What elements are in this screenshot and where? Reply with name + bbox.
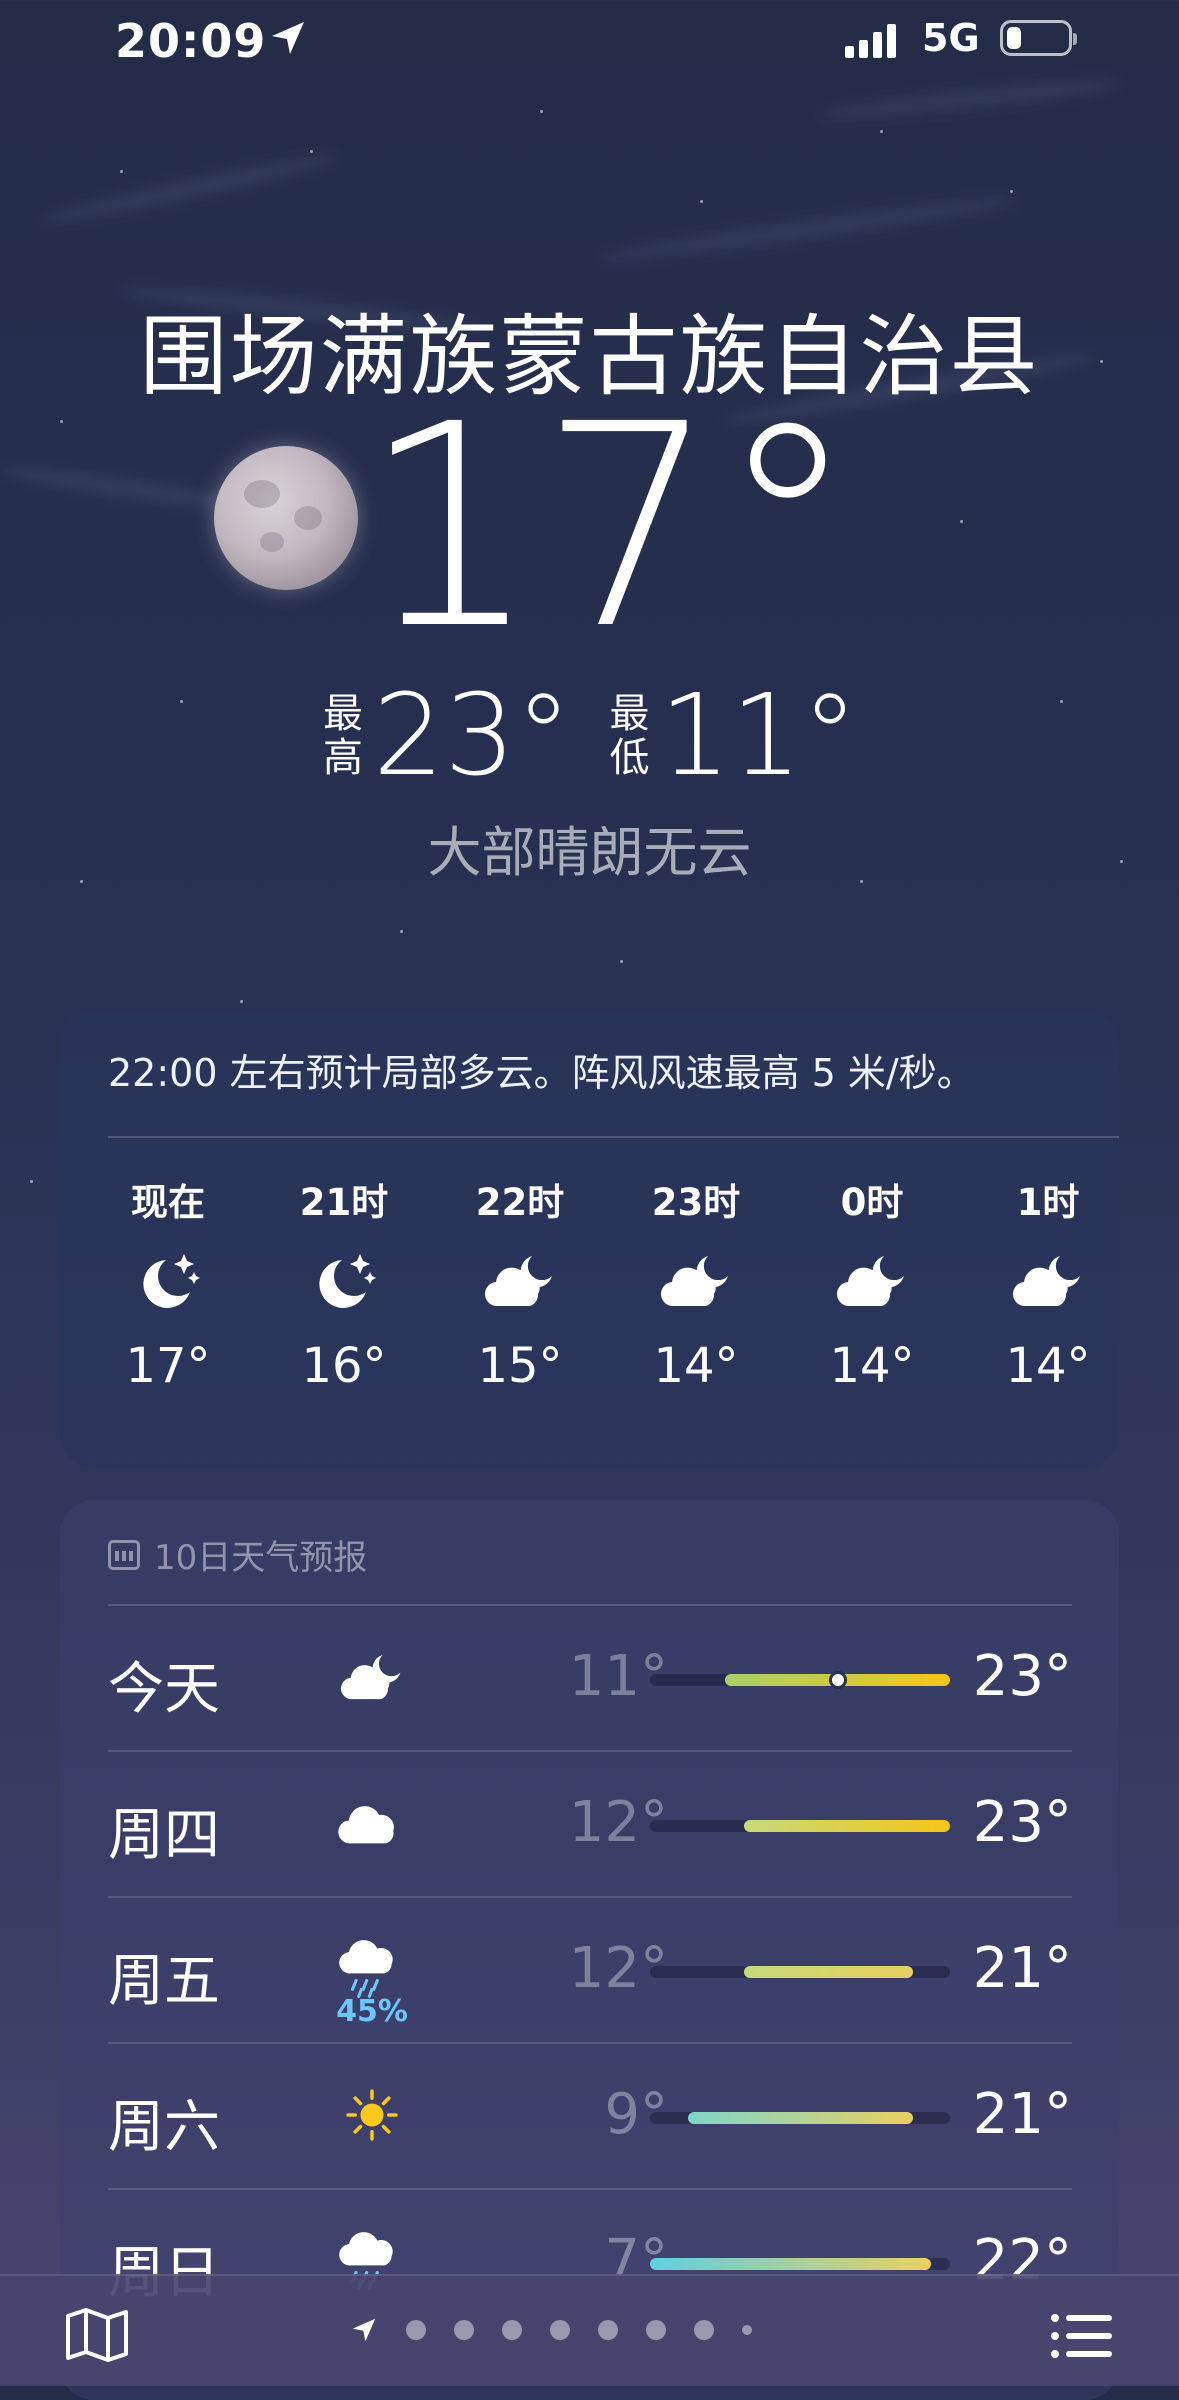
network-type: 5G — [922, 16, 980, 60]
daily-row[interactable]: 周四 12° 23° — [108, 1750, 1072, 1896]
daily-row[interactable]: 周五 45% 12° 21° — [108, 1896, 1072, 2042]
hour-temp: 16° — [301, 1338, 387, 1394]
temp-range-bar — [650, 1671, 950, 1689]
ten-day-header: 10日天气预报 — [108, 1530, 367, 1579]
daily-row[interactable]: 今天 11° 23° — [108, 1604, 1072, 1750]
hour-temp: 14° — [1005, 1338, 1091, 1394]
divider — [108, 1136, 1119, 1138]
low-temp-group: 最低 11° — [608, 676, 859, 796]
moon-stars-icon — [304, 1246, 384, 1316]
cloud-moon-icon — [480, 1246, 560, 1316]
daily-list[interactable]: 今天11°23°周四12°23°周五45%12°21°周六9°21°周日7°22… — [108, 1604, 1072, 2334]
page-dot[interactable] — [454, 2320, 474, 2340]
page-dot[interactable] — [406, 2320, 426, 2340]
hourly-forecast-card[interactable]: 22:00 左右预计局部多云。阵风风速最高 5 米/秒。 现在 17° 21时 16°… — [60, 1010, 1119, 1468]
page-dot[interactable] — [598, 2320, 618, 2340]
temp-range-bar — [650, 1966, 950, 1978]
day-label: 周五 — [108, 1949, 220, 2014]
temp-range-fill — [743, 1820, 950, 1832]
hourly-item: 21时 16° — [284, 1172, 404, 1394]
hourly-item: 0时 14° — [812, 1172, 932, 1394]
hourly-list[interactable]: 现在 17° 21时 16° 22时 15° 23时 14° 0时 14° 1时 14° — [108, 1172, 1108, 1394]
temp-range-fill — [743, 1966, 913, 1978]
list-icon[interactable] — [1050, 2312, 1114, 2360]
ten-day-title: 10日天气预报 — [154, 1538, 368, 1578]
page-dot[interactable] — [742, 2325, 752, 2335]
temp-range-fill — [650, 2258, 932, 2270]
hour-temp: 17° — [125, 1338, 211, 1394]
hourly-item: 23时 14° — [636, 1172, 756, 1394]
daily-row[interactable]: 周六 9° 21° — [108, 2042, 1072, 2188]
cloud-moon-icon — [1008, 1246, 1088, 1316]
location-arrow-icon — [352, 2318, 376, 2342]
page-indicator[interactable] — [350, 2316, 752, 2344]
map-icon[interactable] — [64, 2306, 130, 2362]
low-temp: 12° — [568, 1790, 668, 1855]
cloud-moon-icon — [832, 1246, 912, 1316]
high-temp: 21° — [972, 1936, 1072, 2001]
hour-temp: 15° — [477, 1338, 563, 1394]
hour-label: 22时 — [475, 1181, 565, 1224]
location-arrow-icon — [272, 22, 304, 54]
hourly-item: 现在 17° — [108, 1172, 228, 1394]
cloud-moon-icon — [656, 1246, 736, 1316]
current-temp-marker — [828, 1671, 847, 1689]
forecast-summary: 22:00 左右预计局部多云。阵风风速最高 5 米/秒。 — [108, 1051, 975, 1095]
day-label: 周四 — [108, 1803, 220, 1868]
current-temperature: 17° — [361, 365, 858, 691]
page-dot[interactable] — [694, 2320, 714, 2340]
temp-range-fill — [687, 2112, 913, 2124]
day-label: 周六 — [108, 2095, 220, 2160]
day-label: 今天 — [108, 1657, 220, 1722]
high-temp: 23° — [972, 1644, 1072, 1709]
hour-temp: 14° — [653, 1338, 739, 1394]
hour-label: 现在 — [131, 1181, 205, 1224]
high-temp: 23° — [372, 671, 572, 801]
temp-range-bar — [650, 2258, 950, 2270]
low-temp: 11° — [568, 1644, 668, 1709]
high-temp: 23° — [972, 1790, 1072, 1855]
hour-label: 0时 — [840, 1181, 904, 1224]
hour-label: 21时 — [299, 1181, 389, 1224]
cellular-signal-icon — [845, 22, 896, 58]
high-label: 最高 — [322, 691, 363, 781]
high-low-temps: 最高 23° 最低 11° — [0, 676, 1179, 796]
high-temp: 21° — [972, 2082, 1072, 2147]
low-label: 最低 — [609, 691, 650, 781]
status-time: 20:09 — [115, 14, 267, 68]
page-dot[interactable] — [550, 2320, 570, 2340]
battery-icon — [1000, 20, 1077, 56]
low-temp: 9° — [604, 2082, 668, 2147]
moon-stars-icon — [128, 1246, 208, 1316]
page-dot[interactable] — [646, 2320, 666, 2340]
hourly-item: 1时 14° — [988, 1172, 1108, 1394]
hour-temp: 14° — [829, 1338, 915, 1394]
hour-label: 23时 — [651, 1181, 741, 1224]
calendar-icon — [108, 1539, 140, 1570]
bottom-toolbar — [0, 2274, 1179, 2386]
temp-range-bar — [650, 2112, 950, 2124]
status-bar: 20:09 5G — [0, 0, 1179, 80]
high-temp-group: 最高 23° — [321, 676, 572, 796]
hourly-item: 22时 15° — [460, 1172, 580, 1394]
hour-label: 1时 — [1016, 1181, 1080, 1224]
temp-range-bar — [650, 1820, 950, 1832]
condition-text: 大部晴朗无云 — [427, 821, 752, 884]
low-temp: 11° — [659, 671, 859, 801]
page-dot[interactable] — [502, 2320, 522, 2340]
ten-day-forecast-card[interactable]: 10日天气预报 今天 11° 23° 周四 12° 23° 周五 45% 12° 21° 周六 9° 2… — [60, 1500, 1119, 2400]
low-temp: 12° — [568, 1936, 668, 2001]
